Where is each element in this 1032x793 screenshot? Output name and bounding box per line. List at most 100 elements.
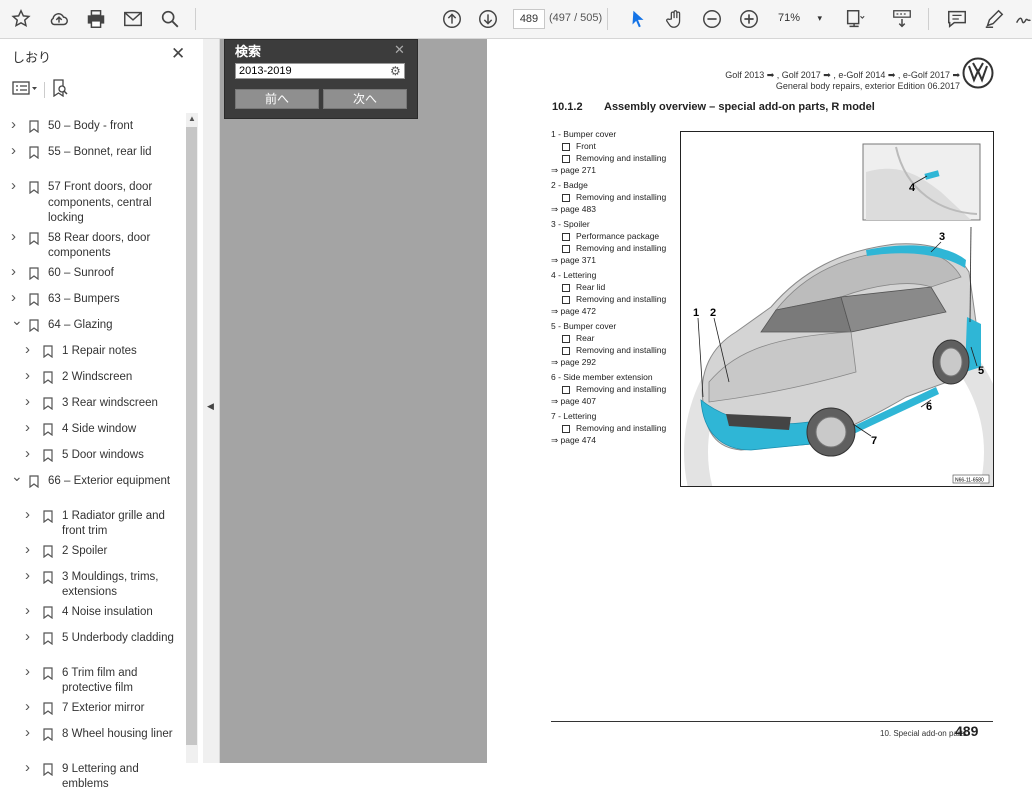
panel-collapse-handle[interactable]: ◀ <box>203 39 220 763</box>
chevron-right-icon[interactable]: › <box>11 228 21 245</box>
chevron-right-icon[interactable]: › <box>11 178 21 194</box>
search-icon[interactable] <box>158 7 182 31</box>
legend-page-link[interactable]: ⇒ page 472 <box>551 306 596 317</box>
legend-text: 6 - Side member extension <box>551 372 653 382</box>
legend-bullet: Removing and installing <box>551 153 666 163</box>
chevron-right-icon[interactable]: › <box>11 263 21 280</box>
mail-icon[interactable] <box>121 7 145 31</box>
chevron-right-icon[interactable]: › <box>25 567 35 584</box>
zoom-in-icon[interactable] <box>737 7 761 31</box>
bookmark-label: 2 Spoiler <box>62 544 108 557</box>
legend-bullet: Removing and installing <box>551 192 666 202</box>
legend-bullet: Removing and installing <box>551 243 666 253</box>
chevron-right-icon[interactable]: › <box>25 367 35 384</box>
chevron-right-icon[interactable]: › <box>25 698 35 715</box>
figure-code: N66-11-6580 <box>955 478 984 484</box>
callout-6: 6 <box>926 401 932 413</box>
bookmark-icon <box>43 448 53 462</box>
find-next-button[interactable]: 次へ <box>323 89 407 109</box>
legend-page-link[interactable]: ⇒ page 483 <box>551 204 596 215</box>
legend-item-heading: 7 - Lettering <box>551 411 596 421</box>
chevron-right-icon[interactable]: › <box>25 506 35 523</box>
bookmark-label: 60 – Sunroof <box>48 266 114 279</box>
chevron-right-icon[interactable]: › <box>11 117 21 133</box>
legend-page-link[interactable]: ⇒ page 371 <box>551 255 596 266</box>
bookmark-label: 1 Radiator grille and front trim <box>62 509 165 538</box>
highlight-pen-icon[interactable] <box>982 7 1006 31</box>
hand-tool-icon[interactable] <box>663 7 687 31</box>
chevron-down-icon[interactable]: ⌄ <box>11 312 23 329</box>
zoom-level-select[interactable]: 71% ▾ <box>778 9 826 27</box>
gear-icon[interactable]: ⚙ <box>390 64 401 78</box>
chevron-down-icon[interactable]: ⌄ <box>11 468 23 485</box>
page-down-icon[interactable] <box>476 7 500 31</box>
legend-page-link[interactable]: ⇒ page 407 <box>551 396 596 407</box>
chevron-right-icon[interactable]: › <box>25 663 35 680</box>
bookmark-label: 58 Rear doors, door components <box>48 231 151 260</box>
find-prev-button[interactable]: 前へ <box>235 89 319 109</box>
zoom-out-icon[interactable] <box>700 7 724 31</box>
comment-icon[interactable] <box>945 7 969 31</box>
chevron-right-icon[interactable]: › <box>25 628 35 645</box>
footer-rule <box>551 721 993 722</box>
bookmark-icon <box>43 370 53 384</box>
chevron-right-icon[interactable]: › <box>11 289 21 306</box>
legend-item-heading: 6 - Side member extension <box>551 372 653 382</box>
select-cursor-icon[interactable] <box>626 7 650 31</box>
toolbar-separator <box>607 8 608 30</box>
chevron-right-icon[interactable]: › <box>25 759 35 776</box>
legend-item-heading: 2 - Badge <box>551 180 588 190</box>
legend-text: Removing and installing <box>576 423 667 433</box>
bookmark-label: 5 Door windows <box>62 448 144 461</box>
legend-text: Rear lid <box>576 282 606 292</box>
legend-bullet: Front <box>551 141 596 151</box>
options-menu-icon[interactable] <box>12 80 38 100</box>
scrollbar-thumb[interactable] <box>186 127 197 745</box>
bookmark-label: 8 Wheel housing liner <box>62 727 173 740</box>
legend-page-link[interactable]: ⇒ page 292 <box>551 357 596 368</box>
chevron-right-icon[interactable]: › <box>11 143 21 159</box>
scroll-mode-icon[interactable] <box>890 7 914 31</box>
close-icon[interactable]: ✕ <box>394 42 405 58</box>
page-up-icon[interactable] <box>440 7 464 31</box>
chevron-right-icon[interactable]: › <box>25 541 35 558</box>
legend-text: Removing and installing <box>576 192 667 202</box>
legend-item-heading: 3 - Spoiler <box>551 219 590 229</box>
cloud-upload-icon[interactable] <box>47 7 71 31</box>
bookmark-icon <box>43 344 53 358</box>
find-input[interactable] <box>235 63 405 79</box>
legend-text: ⇒ page 472 <box>551 306 596 316</box>
chevron-right-icon[interactable]: › <box>25 419 35 436</box>
checkbox-icon <box>562 295 570 304</box>
scroll-up-icon[interactable]: ▲ <box>186 114 198 123</box>
chevron-right-icon[interactable]: › <box>25 393 35 410</box>
close-icon[interactable]: ✕ <box>171 44 185 64</box>
chevron-right-icon[interactable]: › <box>25 341 35 358</box>
print-icon[interactable] <box>84 7 108 31</box>
checkbox-icon <box>562 424 570 433</box>
legend-bullet: Removing and installing <box>551 423 666 433</box>
callout-1: 1 <box>693 307 699 319</box>
bookmark-icon <box>43 762 53 776</box>
toolbar-separator <box>195 8 196 30</box>
bookmark-icon <box>43 544 53 558</box>
chevron-right-icon[interactable]: › <box>25 445 35 462</box>
star-icon[interactable] <box>9 7 33 31</box>
chevron-right-icon[interactable]: › <box>25 602 35 619</box>
bookmark-icon <box>43 570 53 584</box>
sign-icon[interactable] <box>1012 7 1032 31</box>
chevron-right-icon[interactable]: › <box>25 724 35 741</box>
section-number: 10.1.2 <box>552 101 583 113</box>
legend-page-link[interactable]: ⇒ page 271 <box>551 165 596 176</box>
bookmark-label: 5 Underbody cladding <box>62 631 174 644</box>
page-number-input[interactable]: 489 <box>513 9 545 29</box>
legend-text: Performance package <box>576 231 660 241</box>
bookmark-label: 66 – Exterior equipment <box>48 474 171 487</box>
bookmark-icon <box>43 631 53 645</box>
bookmark-label: 1 Repair notes <box>62 344 137 357</box>
toolbar-separator <box>928 8 929 30</box>
legend-page-link[interactable]: ⇒ page 474 <box>551 435 596 446</box>
find-bookmark-icon[interactable] <box>51 78 69 102</box>
fit-page-icon[interactable] <box>843 7 867 31</box>
legend-text: Front <box>576 141 596 151</box>
